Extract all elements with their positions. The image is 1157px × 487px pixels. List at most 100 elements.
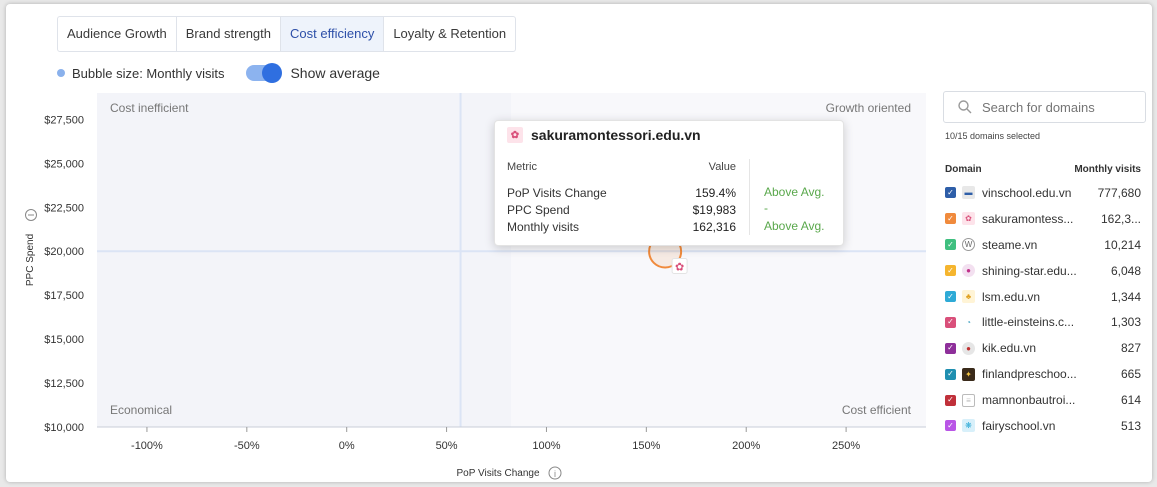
wordpress-icon: W [962, 238, 975, 252]
domain-name: sakuramontess... [982, 211, 1074, 226]
fairyschool-icon: ❋ [962, 419, 975, 433]
domain-visits: 162,3... [1100, 211, 1141, 226]
domain-list: ✓ ▬ vinschool.edu.vn 777,680 ✓ ✿ sakuram… [945, 180, 1141, 439]
list-item[interactable]: ✓ ◔ little-einsteins.c... 1,303 [945, 309, 1141, 335]
lsm-icon: ♣ [962, 290, 975, 303]
document-icon: ≡ [962, 393, 975, 407]
list-item[interactable]: ✓ W steame.vn 10,214 [945, 232, 1141, 258]
domain-name: lsm.edu.vn [982, 289, 1041, 304]
domain-name: steame.vn [982, 237, 1038, 252]
checkbox[interactable]: ✓ [945, 420, 956, 432]
search-input[interactable] [982, 99, 1132, 115]
list-item[interactable]: ✓ ≡ mamnonbautroi... 614 [945, 387, 1141, 413]
domain-visits: 827 [1120, 341, 1141, 356]
domain-name: fairyschool.vn [982, 418, 1056, 433]
y-ticks: $27,500 $25,000 $22,500 $20,000 $17,500 $15,0… [44, 114, 84, 434]
x-tick-label: -100% [131, 440, 163, 452]
tooltip-value: $19,983 [692, 203, 736, 217]
tooltip-value: 162,316 [692, 220, 736, 234]
checkbox[interactable]: ✓ [945, 239, 956, 251]
tooltip-domain: sakuramontessori.edu.vn [531, 127, 701, 143]
y-tick-label: $12,500 [44, 378, 84, 390]
selected-count: 10/15 domains selected [945, 131, 1041, 141]
domain-name: little-einsteins.c... [982, 315, 1075, 330]
tooltip-flag: - [764, 201, 768, 215]
domain-name: shining-star.edu... [982, 263, 1077, 278]
domain-visits: 6,048 [1110, 263, 1141, 278]
tooltip-col-value: Value [708, 161, 736, 173]
tooltip-flag: Above Avg. [764, 219, 825, 233]
domain-search[interactable] [943, 91, 1146, 123]
x-tick-label: -50% [234, 440, 260, 452]
little-einsteins-icon: ◔ [966, 317, 971, 327]
list-item[interactable]: ✓ ✦ finlandpreschoo... 665 [945, 361, 1141, 387]
x-tick-label: 50% [436, 440, 458, 452]
tooltip-metric: PPC Spend [507, 203, 570, 217]
x-tick-label: 200% [732, 440, 760, 452]
tooltip-col-metric: Metric [507, 161, 537, 173]
domain-table-header: Domain Monthly visits [945, 164, 1141, 175]
x-ticks: -100% -50% 0% 50% 100% 150% 200% 250% [131, 427, 860, 452]
col-monthly-visits[interactable]: Monthly visits [1074, 164, 1141, 175]
checkbox[interactable]: ✓ [945, 291, 956, 302]
tooltip-metric: PoP Visits Change [507, 186, 607, 200]
list-item[interactable]: ✓ ♣ lsm.edu.vn 1,344 [945, 284, 1141, 310]
list-item[interactable]: ✓ ▬ vinschool.edu.vn 777,680 [945, 180, 1141, 206]
list-item[interactable]: ✓ ● kik.edu.vn 827 [945, 335, 1141, 361]
y-tick-label: $25,000 [44, 158, 84, 170]
domain-visits: 1,303 [1110, 315, 1141, 330]
list-item[interactable]: ✓ ✿ sakuramontess... 162,3... [945, 206, 1141, 232]
x-tick-label: 100% [532, 440, 560, 452]
y-axis-title: PPC Spend [25, 234, 36, 286]
checkbox[interactable]: ✓ [945, 187, 956, 199]
checkbox[interactable]: ✓ [945, 213, 956, 225]
tooltip-separator [749, 159, 750, 235]
y-tick-label: $27,500 [44, 114, 84, 126]
tooltip-metric: Monthly visits [507, 220, 580, 234]
checkbox[interactable]: ✓ [945, 394, 956, 406]
svg-text:i: i [554, 469, 556, 479]
checkbox[interactable]: ✓ [945, 342, 956, 354]
x-axis-title: PoP Visits Change [456, 468, 539, 479]
y-tick-label: $22,500 [44, 202, 84, 214]
sakura-icon: ✿ [675, 262, 684, 274]
sakura-icon: ✿ [507, 127, 523, 143]
x-tick-label: 0% [339, 440, 355, 452]
domain-visits: 10,214 [1104, 237, 1141, 252]
quadrant-cost-inefficient: Cost inefficient [110, 101, 189, 115]
checkbox[interactable]: ✓ [945, 368, 956, 380]
x-tick-label: 150% [632, 440, 660, 452]
domain-visits: 665 [1120, 367, 1141, 382]
domain-visits: 614 [1120, 393, 1141, 408]
list-item[interactable]: ✓ ● shining-star.edu... 6,048 [945, 258, 1141, 284]
domain-visits: 1,344 [1110, 289, 1141, 304]
checkbox[interactable]: ✓ [945, 316, 956, 328]
finland-icon: ✦ [962, 367, 975, 381]
domain-name: kik.edu.vn [982, 341, 1037, 356]
tooltip-flag: Above Avg. [764, 185, 825, 199]
search-icon [958, 100, 972, 114]
domain-tooltip: ✿ sakuramontessori.edu.vn Metric Value P… [494, 120, 844, 246]
shining-star-icon: ● [962, 264, 975, 278]
tooltip-title: ✿ sakuramontessori.edu.vn [507, 127, 701, 143]
y-tick-label: $20,000 [44, 246, 84, 258]
y-tick-label: $10,000 [44, 422, 84, 434]
quadrant-economical: Economical [110, 403, 172, 417]
x-tick-label: 250% [832, 440, 860, 452]
checkbox[interactable]: ✓ [945, 265, 956, 277]
domain-name: mamnonbautroi... [982, 393, 1076, 408]
domain-name: vinschool.edu.vn [982, 185, 1072, 200]
quadrant-cost-efficient: Cost efficient [842, 403, 912, 417]
vinschool-icon: ▬ [962, 186, 975, 200]
kik-icon: ● [962, 341, 975, 355]
y-tick-label: $15,000 [44, 334, 84, 346]
domain-visits: 513 [1120, 418, 1141, 433]
sakura-icon: ✿ [962, 212, 975, 226]
list-item[interactable]: ✓ ❋ fairyschool.vn 513 [945, 413, 1141, 439]
tooltip-value: 159.4% [695, 186, 736, 200]
quadrant-growth-oriented: Growth oriented [826, 101, 911, 115]
col-domain: Domain [945, 164, 982, 175]
x-axis-info-icon[interactable]: i [548, 466, 562, 480]
domain-name: finlandpreschoo... [982, 367, 1077, 382]
y-tick-label: $17,500 [44, 290, 84, 302]
